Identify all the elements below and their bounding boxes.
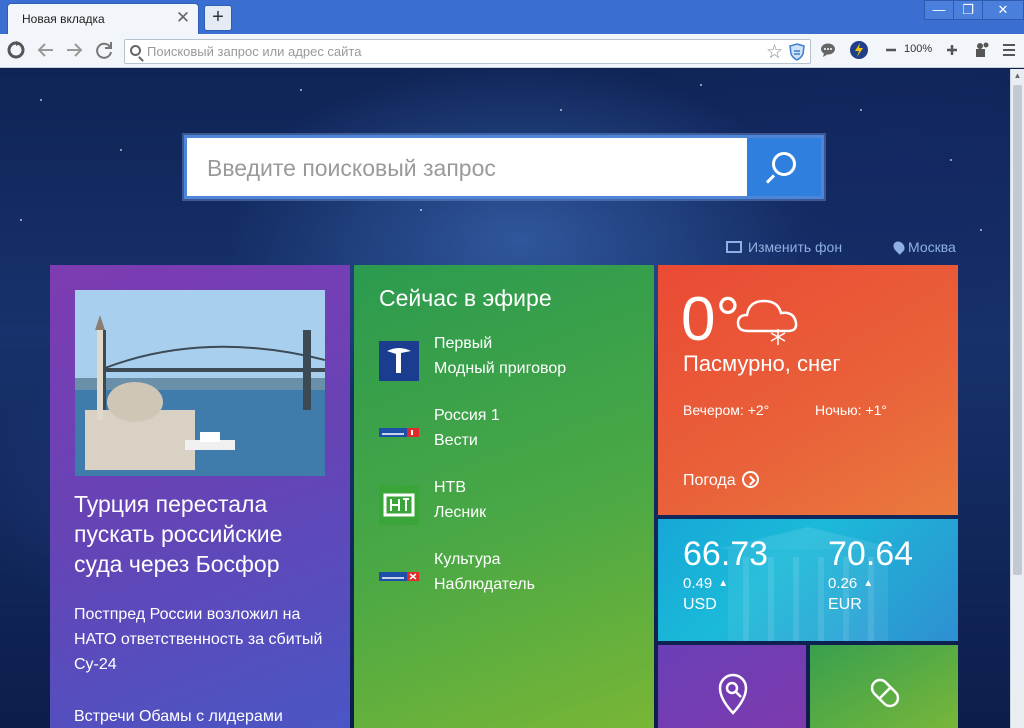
chat-icon[interactable]	[816, 39, 840, 63]
weather-link-label: Погода	[683, 472, 736, 489]
change-background-link[interactable]: Изменить фон	[726, 239, 842, 255]
tv-item[interactable]: НТВ Лесник	[379, 479, 639, 529]
tv-item[interactable]: Россия 1 Вести	[379, 407, 639, 457]
address-bar[interactable]: ☆	[124, 39, 811, 64]
circle-arrow-icon	[741, 471, 759, 488]
tv-channel: Культура	[434, 551, 501, 568]
city-link[interactable]: Москва	[891, 239, 956, 255]
tv-heading: Сейчас в эфире	[379, 285, 552, 311]
cloud-snow-icon	[736, 299, 798, 345]
search-box	[184, 135, 824, 199]
search-button[interactable]	[747, 138, 821, 196]
rossiya1-logo	[379, 428, 419, 437]
tv-show: Лесник	[434, 504, 487, 521]
pill-icon	[870, 678, 900, 708]
weather-description: Пасмурно, снег	[683, 351, 841, 376]
search-icon	[130, 45, 141, 56]
currency-change: 0.26 ▲	[828, 575, 874, 592]
extension-icon[interactable]	[969, 39, 993, 63]
currency-code: EUR	[828, 596, 862, 613]
currency-usd: 66.73 0.49 ▲ USD	[683, 535, 813, 614]
news-lead[interactable]: Постпред России возложил на НАТО ответст…	[74, 602, 334, 677]
search-icon	[772, 152, 796, 176]
back-icon[interactable]	[34, 39, 58, 63]
tv-item[interactable]: Первый Модный приговор	[379, 335, 639, 385]
tab-new-tab[interactable]: Новая вкладка ✕	[7, 3, 199, 34]
tv-channel: Первый	[434, 335, 493, 352]
currency-value: 70.64	[828, 535, 914, 573]
currency-code: USD	[683, 596, 717, 613]
change-background-label: Изменить фон	[748, 239, 843, 255]
title-bar: Новая вкладка ✕ + — ❐ ✕	[0, 0, 1024, 34]
zoom-out-icon[interactable]	[879, 39, 903, 63]
health-tile[interactable]	[810, 645, 958, 728]
refresh-icon[interactable]	[92, 39, 116, 63]
news-photo	[75, 290, 325, 476]
scroll-up-icon[interactable]: ▲	[1011, 69, 1024, 83]
location-pin-icon	[891, 239, 907, 255]
news-tile[interactable]: Турция перестала пускать российские суда…	[50, 265, 350, 728]
city-label: Москва	[908, 239, 956, 255]
currency-value: 66.73	[683, 535, 769, 573]
news-title[interactable]: Турция перестала пускать российские суда…	[74, 489, 334, 579]
weather-night: Ночью: +1°	[815, 402, 888, 418]
window-minimize-button[interactable]: —	[924, 0, 954, 20]
new-tab-button[interactable]: +	[204, 5, 232, 31]
search-input[interactable]	[207, 153, 727, 183]
new-tab-page: Изменить фон Москва Турция	[0, 69, 1010, 728]
places-tile[interactable]	[658, 645, 806, 728]
tab-title: Новая вкладка	[22, 12, 105, 26]
shield-icon[interactable]	[789, 43, 805, 61]
menu-icon[interactable]	[997, 39, 1021, 63]
star-icon[interactable]: ☆	[766, 41, 783, 64]
news-next-item[interactable]: Встречи Обамы с лидерами	[74, 708, 334, 726]
scroll-thumb[interactable]	[1013, 85, 1022, 575]
tab-close-icon[interactable]: ✕	[175, 8, 191, 28]
window-maximize-button[interactable]: ❐	[953, 0, 983, 20]
reload-brand-icon[interactable]	[4, 39, 28, 63]
weather-temperature: 0°	[681, 285, 741, 354]
arrow-up-icon: ▲	[718, 578, 729, 589]
tv-show: Модный приговор	[434, 360, 567, 377]
browser-toolbar: ☆	[0, 34, 1024, 68]
image-icon	[726, 241, 742, 253]
currency-change: 0.49 ▲	[683, 575, 729, 592]
kultura-logo	[379, 572, 419, 581]
tv-show: Наблюдатель	[434, 576, 535, 593]
ntv-logo	[379, 485, 419, 525]
weather-evening: Вечером: +2°	[683, 402, 770, 418]
arrow-up-icon: ▲	[863, 578, 874, 589]
weather-tile[interactable]: 0° Пасмурно, снег Вечером: +2° Ночью: +1…	[658, 265, 958, 515]
forward-icon[interactable]	[62, 39, 86, 63]
zoom-in-icon[interactable]	[940, 39, 964, 63]
currency-eur: 70.64 0.26 ▲ EUR	[828, 535, 958, 614]
tv-channel: Россия 1	[434, 407, 500, 424]
zoom-level: 100%	[904, 43, 933, 55]
tv-show: Вести	[434, 432, 478, 449]
tv-item[interactable]: Культура Наблюдатель	[379, 551, 639, 601]
weather-link[interactable]: Погода	[683, 471, 759, 490]
pervyi-logo	[379, 341, 419, 381]
currency-tile[interactable]: 66.73 0.49 ▲ USD 70.64 0.26 ▲ EUR	[658, 519, 958, 641]
window-close-button[interactable]: ✕	[982, 0, 1024, 20]
map-pin-search-icon	[718, 673, 748, 715]
lightning-icon[interactable]	[847, 39, 871, 63]
tv-channel: НТВ	[434, 479, 466, 496]
page-scrollbar[interactable]: ▲	[1010, 69, 1024, 728]
address-input[interactable]	[147, 42, 757, 61]
tv-tile[interactable]: Сейчас в эфире Первый Модный приговор Ро…	[354, 265, 654, 728]
